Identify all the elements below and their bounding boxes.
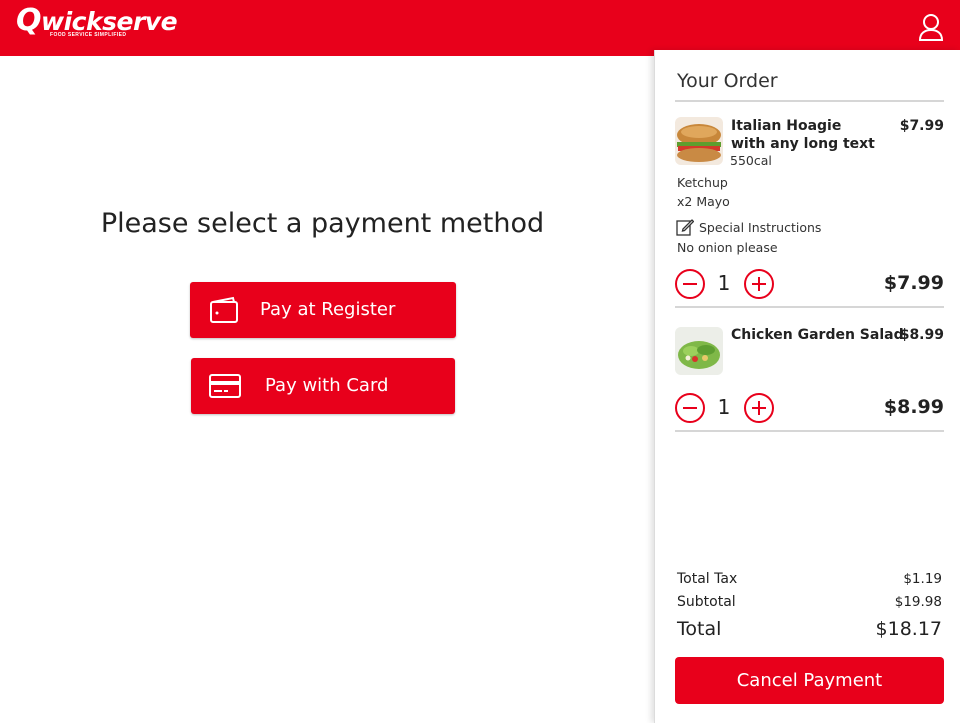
divider xyxy=(675,306,944,308)
edit-icon[interactable] xyxy=(676,218,694,236)
wallet-icon xyxy=(210,296,238,323)
payment-method-panel: Please select a payment method Pay at Re… xyxy=(0,58,654,723)
total-value: $18.17 xyxy=(875,618,942,640)
tax-label: Total Tax xyxy=(677,571,738,587)
pay-with-card-button[interactable]: Pay with Card xyxy=(191,358,455,414)
increase-quantity-button[interactable] xyxy=(744,393,774,423)
item-price: $8.99 xyxy=(899,327,944,343)
pay-at-register-button[interactable]: Pay at Register xyxy=(190,282,456,338)
user-icon[interactable] xyxy=(918,13,944,41)
logo-wordmark: Qwickserve xyxy=(16,6,178,36)
order-title: Your Order xyxy=(677,70,778,92)
tax-value: $1.19 xyxy=(903,571,942,587)
hoagie-image xyxy=(675,117,723,165)
payment-prompt: Please select a payment method xyxy=(100,208,545,239)
total-label: Total xyxy=(677,618,722,640)
increase-quantity-button[interactable] xyxy=(744,269,774,299)
subtotal-value: $19.98 xyxy=(894,594,942,610)
divider xyxy=(675,100,944,102)
divider xyxy=(675,430,944,432)
item-line-total: $7.99 xyxy=(883,272,944,294)
pay-at-register-label: Pay at Register xyxy=(260,299,396,320)
item-name: Italian Hoagie with any long text xyxy=(731,117,875,153)
salad-image xyxy=(675,327,723,375)
credit-card-icon xyxy=(209,374,241,398)
special-instructions-text: No onion please xyxy=(677,240,778,255)
qwickserve-logo: Qwickserve FOOD SERVICE SIMPLIFIED xyxy=(16,6,178,39)
item-name: Chicken Garden Salad xyxy=(731,327,904,343)
item-line-total: $8.99 xyxy=(883,396,944,418)
item-quantity: 1 xyxy=(717,271,731,295)
special-instructions-label[interactable]: Special Instructions xyxy=(699,220,821,235)
pay-with-card-label: Pay with Card xyxy=(265,375,389,396)
item-modifier: Ketchup xyxy=(677,175,728,190)
logo-q: Q xyxy=(16,3,42,38)
decrease-quantity-button[interactable] xyxy=(675,393,705,423)
item-calories: 550cal xyxy=(730,153,772,168)
item-name-line2: with any long text xyxy=(731,136,875,152)
cancel-payment-button[interactable]: Cancel Payment xyxy=(675,657,944,704)
subtotal-label: Subtotal xyxy=(677,594,736,610)
item-price: $7.99 xyxy=(899,118,944,134)
item-modifier: x2 Mayo xyxy=(677,194,730,209)
order-sidebar: Your Order Italian Hoagie with any long … xyxy=(654,50,960,723)
item-quantity: 1 xyxy=(717,395,731,419)
decrease-quantity-button[interactable] xyxy=(675,269,705,299)
item-name-line1: Italian Hoagie xyxy=(731,118,842,134)
